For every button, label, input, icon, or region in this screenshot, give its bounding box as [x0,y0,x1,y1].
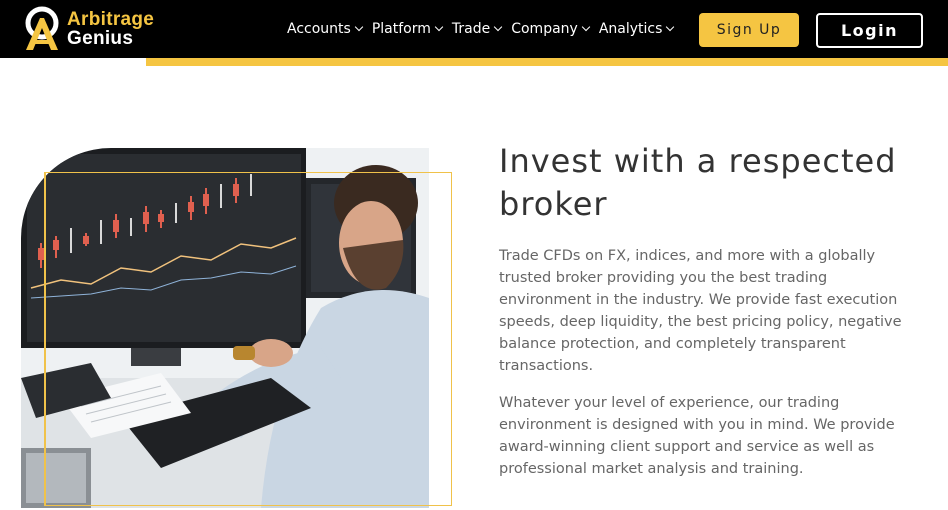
logo-mark-icon [25,6,59,50]
hero-paragraph-1: Trade CFDs on FX, indices, and more with… [499,248,902,374]
signup-button[interactable]: Sign Up [699,13,799,47]
nav-item-label: Analytics [598,21,663,37]
nav-item-trade[interactable]: Trade [451,21,503,37]
hero-title: Invest with a respected broker [499,142,897,223]
chevron-down-icon [581,22,591,32]
login-button[interactable]: Login [816,13,923,48]
nav-item-company[interactable]: Company [511,21,591,37]
nav-item-platform[interactable]: Platform [371,21,444,37]
chevron-down-icon [354,22,364,32]
chevron-down-icon [434,22,444,32]
header-accent-bar [146,58,948,66]
nav-item-label: Trade [451,21,491,37]
nav-item-label: Accounts [287,21,351,37]
brand-logo[interactable]: Arbitrage Genius [20,5,154,53]
hero-paragraph-2: Whatever your level of experience, our t… [499,395,895,477]
nav-item-label: Platform [371,21,431,37]
nav-item-accounts[interactable]: Accounts [287,21,364,37]
main-nav: Accounts Platform Trade Company Analytic… [287,0,683,58]
nav-item-analytics[interactable]: Analytics [598,21,675,37]
hero-image-frame [44,172,452,506]
brand-name-line1: Arbitrage [67,9,155,30]
brand-name-line2: Genius [67,28,134,49]
chevron-down-icon [666,22,675,32]
site-header: Arbitrage Genius Accounts Platform Trade… [0,0,948,58]
nav-item-label: Company [511,21,578,37]
hero-image-frame-left [44,172,46,506]
chevron-down-icon [493,22,503,32]
